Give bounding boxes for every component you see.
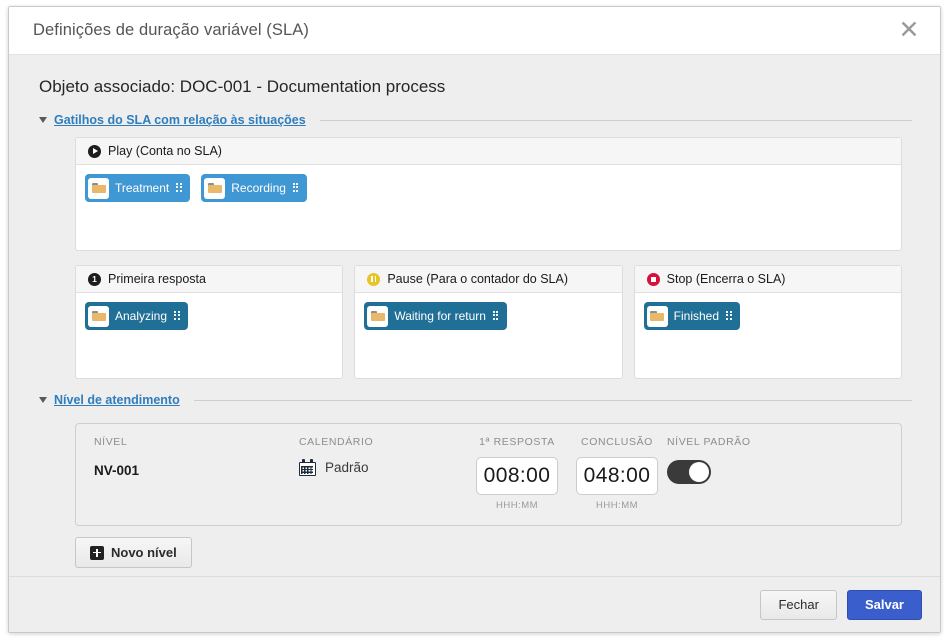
page-title: Definições de duração variável (SLA) bbox=[33, 21, 309, 39]
service-level-section: NÍVEL NV-001 CALENDÁRIO Padrão 1ª RESPOS… bbox=[75, 423, 902, 526]
panel-first-response: 1 Primeira resposta Analyzing bbox=[75, 265, 344, 379]
column-header-calendario: CALENDÁRIO bbox=[299, 436, 374, 448]
close-icon[interactable]: ✕ bbox=[892, 14, 926, 48]
save-button[interactable]: Salvar bbox=[846, 589, 922, 620]
section-header-triggers[interactable]: Gatilhos do SLA com relação às situações bbox=[39, 113, 912, 127]
status-tag-label: Treatment bbox=[115, 181, 170, 195]
panel-header-first-response: 1 Primeira resposta bbox=[76, 266, 343, 293]
panel-label-first-response: Primeira resposta bbox=[108, 272, 206, 286]
plus-square-icon bbox=[90, 545, 104, 560]
dialog-footer: Fechar Salvar bbox=[9, 576, 940, 632]
panel-play: Play (Conta no SLA) Treatment Recording bbox=[75, 137, 902, 251]
sla-settings-dialog: Definições de duração variável (SLA) ✕ O… bbox=[8, 6, 941, 633]
column-header-primeira-resposta: 1ª RESPOSTA bbox=[479, 436, 555, 448]
panel-body-first-response[interactable]: Analyzing bbox=[76, 293, 342, 355]
panel-header-play: Play (Conta no SLA) bbox=[76, 138, 901, 165]
column-nivel-padrao: NÍVEL PADRÃO bbox=[667, 436, 777, 484]
column-header-nivel: NÍVEL bbox=[94, 436, 128, 448]
trigger-panels: Play (Conta no SLA) Treatment Recording bbox=[75, 137, 902, 379]
section-divider bbox=[319, 119, 912, 121]
column-primeira-resposta: 1ª RESPOSTA HHH:MM bbox=[467, 436, 567, 511]
first-response-input[interactable] bbox=[476, 457, 558, 495]
folder-icon bbox=[204, 177, 226, 199]
status-tag-treatment[interactable]: Treatment bbox=[85, 174, 191, 202]
folder-icon bbox=[88, 305, 109, 327]
panel-body-play[interactable]: Treatment Recording bbox=[76, 165, 901, 243]
stop-circle-icon bbox=[646, 272, 660, 286]
drag-handle-icon[interactable] bbox=[726, 310, 733, 322]
add-level-button-label: Novo nível bbox=[111, 545, 177, 560]
status-tag-label: Recording bbox=[231, 181, 286, 195]
column-nivel: NÍVEL NV-001 bbox=[94, 436, 299, 478]
toggle-knob bbox=[689, 462, 709, 482]
play-circle-icon bbox=[88, 144, 101, 158]
status-tag-waiting-for-return[interactable]: Waiting for return bbox=[364, 302, 507, 330]
conclusion-input[interactable] bbox=[576, 457, 658, 495]
dialog-header: Definições de duração variável (SLA) ✕ bbox=[9, 7, 940, 55]
status-tag-finished[interactable]: Finished bbox=[643, 302, 741, 330]
status-tag-recording[interactable]: Recording bbox=[201, 174, 307, 202]
status-tag-analyzing[interactable]: Analyzing bbox=[85, 302, 189, 330]
panel-stop: Stop (Encerra o SLA) Finished bbox=[633, 265, 902, 379]
pause-circle-icon bbox=[367, 272, 381, 286]
first-response-hint: HHH:MM bbox=[495, 500, 539, 511]
section-title-triggers[interactable]: Gatilhos do SLA com relação às situações bbox=[54, 113, 306, 127]
calendar-icon bbox=[299, 459, 316, 476]
number-one-circle-icon: 1 bbox=[88, 272, 101, 286]
trigger-panels-row: 1 Primeira resposta Analyzing Pause (Par… bbox=[75, 265, 902, 379]
caret-down-icon[interactable] bbox=[39, 397, 47, 403]
folder-icon bbox=[88, 177, 109, 199]
column-header-conclusao: CONCLUSÃO bbox=[581, 436, 653, 448]
cell-nivel-value: NV-001 bbox=[94, 463, 140, 478]
panel-body-stop[interactable]: Finished bbox=[635, 293, 901, 355]
dialog-body: Objeto associado: DOC-001 - Documentatio… bbox=[9, 55, 940, 576]
service-level-row: NÍVEL NV-001 CALENDÁRIO Padrão 1ª RESPOS… bbox=[75, 423, 902, 526]
cell-calendario[interactable]: Padrão bbox=[299, 457, 467, 476]
cell-calendario-value: Padrão bbox=[325, 460, 369, 475]
panel-header-stop: Stop (Encerra o SLA) bbox=[634, 266, 901, 293]
status-tag-label: Waiting for return bbox=[394, 309, 486, 323]
associated-object-label: Objeto associado: DOC-001 - Documentatio… bbox=[39, 77, 446, 96]
column-calendario: CALENDÁRIO Padrão bbox=[299, 436, 467, 476]
column-conclusao: CONCLUSÃO HHH:MM bbox=[567, 436, 667, 511]
section-header-service-level[interactable]: Nível de atendimento bbox=[39, 393, 912, 407]
panel-label-pause: Pause (Para o contador do SLA) bbox=[387, 272, 568, 286]
drag-handle-icon[interactable] bbox=[292, 182, 300, 194]
panel-body-pause[interactable]: Waiting for return bbox=[355, 293, 621, 355]
add-level-button[interactable]: Novo nível bbox=[75, 537, 192, 568]
default-level-toggle[interactable] bbox=[667, 460, 711, 484]
panel-label-play: Play (Conta no SLA) bbox=[108, 144, 222, 158]
section-divider bbox=[193, 399, 912, 401]
drag-handle-icon[interactable] bbox=[492, 310, 500, 322]
folder-icon bbox=[646, 305, 668, 327]
panel-pause: Pause (Para o contador do SLA) Waiting f… bbox=[354, 265, 623, 379]
drag-handle-icon[interactable] bbox=[174, 310, 181, 322]
caret-down-icon[interactable] bbox=[39, 117, 47, 123]
status-tag-label: Finished bbox=[673, 309, 720, 323]
column-header-nivel-padrao: NÍVEL PADRÃO bbox=[667, 436, 751, 448]
conclusion-hint: HHH:MM bbox=[595, 500, 639, 511]
close-button[interactable]: Fechar bbox=[760, 589, 837, 620]
folder-icon bbox=[367, 305, 389, 327]
panel-header-pause: Pause (Para o contador do SLA) bbox=[355, 266, 622, 293]
status-tag-label: Analyzing bbox=[115, 309, 168, 323]
panel-label-stop: Stop (Encerra o SLA) bbox=[666, 272, 786, 286]
section-title-service-level[interactable]: Nível de atendimento bbox=[54, 393, 180, 407]
drag-handle-icon[interactable] bbox=[176, 182, 183, 194]
